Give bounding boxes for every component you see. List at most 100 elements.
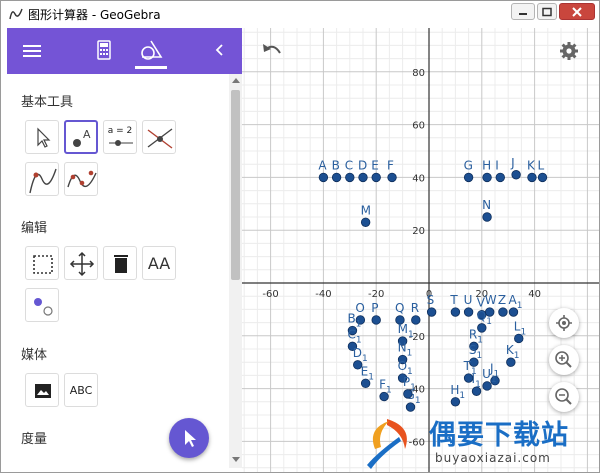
point-marker[interactable] <box>371 172 381 183</box>
point-marker[interactable] <box>360 217 371 227</box>
function-icon <box>29 168 57 194</box>
point-marker[interactable] <box>482 172 492 183</box>
point-marker[interactable] <box>450 307 461 317</box>
point-label-subscript: 1 <box>410 383 416 393</box>
calculator-icon[interactable] <box>97 40 111 60</box>
text-tool-button[interactable]: ABC <box>64 373 98 407</box>
point-E[interactable]: E <box>371 158 381 183</box>
point-R[interactable]: R <box>411 301 421 325</box>
tools-scrollbar[interactable] <box>229 74 242 468</box>
active-tab-indicator <box>135 66 167 69</box>
slider-tool-button[interactable]: a = 2 <box>103 120 137 154</box>
section-title-measure: 度量 <box>21 432 48 447</box>
point-label-subscript: 1 <box>471 367 477 377</box>
point-marker[interactable] <box>511 170 521 180</box>
point-marker[interactable] <box>495 172 505 183</box>
settings-gear-icon[interactable] <box>559 41 579 61</box>
minimize-button[interactable] <box>511 3 535 20</box>
point-P[interactable]: P <box>371 301 381 325</box>
point-B[interactable]: B <box>331 158 342 183</box>
point-marker[interactable] <box>345 172 355 183</box>
collapse-panel-icon[interactable] <box>215 44 223 56</box>
point-label: Z <box>498 293 506 307</box>
coordinate-plane[interactable]: -60 -40 -20 0 20 40 80604020-20-40-60 A B C D E FM… <box>242 28 599 472</box>
point-label: U <box>464 293 473 307</box>
point-A[interactable]: A <box>318 158 329 183</box>
menu-icon[interactable] <box>23 44 41 58</box>
point-label-subscript: 1 <box>517 301 523 311</box>
point-marker[interactable] <box>387 172 397 183</box>
style-tool-button[interactable]: AA <box>142 246 176 280</box>
point-marker[interactable] <box>405 402 416 412</box>
close-button[interactable] <box>559 3 595 20</box>
point-label: E <box>371 158 379 172</box>
point-label: L <box>538 158 545 172</box>
graphics-view[interactable]: -60 -40 -20 0 20 40 80 60 40 20 -20 -40 -60 ABCDEFM… <box>242 28 599 472</box>
undo-icon[interactable] <box>260 41 282 59</box>
point-marker[interactable] <box>463 172 474 183</box>
point-E1[interactable]: E1 <box>361 364 374 389</box>
maximize-button[interactable] <box>537 3 557 20</box>
title-bar: 图形计算器 - GeoGebra <box>1 1 599 27</box>
point-marker[interactable] <box>485 307 495 317</box>
point-marker[interactable] <box>318 172 329 183</box>
point-marker[interactable] <box>358 172 368 183</box>
point-tool-button[interactable]: A <box>64 120 98 154</box>
point-marker[interactable] <box>537 172 548 183</box>
point-U[interactable]: U <box>463 293 474 317</box>
scroll-thumb[interactable] <box>231 90 240 280</box>
point-label: K <box>527 158 536 172</box>
point-marker[interactable] <box>331 172 342 183</box>
point-marker[interactable] <box>411 315 421 325</box>
point-G[interactable]: G <box>463 158 474 183</box>
point-marker[interactable] <box>371 315 381 325</box>
point-marker[interactable] <box>426 307 437 317</box>
move-graphics-tool-button[interactable] <box>64 246 98 280</box>
point-H1[interactable]: H1 <box>450 383 465 407</box>
point-marker[interactable] <box>498 307 508 317</box>
point-label-subscript: 1 <box>477 351 483 361</box>
point-marker[interactable] <box>477 323 487 333</box>
close-icon <box>572 6 582 17</box>
point-I[interactable]: I <box>495 158 505 183</box>
text-tool-label: ABC <box>69 383 93 397</box>
point-M[interactable]: M <box>360 203 371 227</box>
scroll-up-icon[interactable] <box>232 78 240 83</box>
point-J[interactable]: J <box>510 156 521 180</box>
point-L[interactable]: L <box>537 158 548 183</box>
point-D[interactable]: D <box>358 158 368 183</box>
point-H[interactable]: H <box>482 158 492 183</box>
point-F[interactable]: F <box>387 158 397 183</box>
trash-icon <box>114 255 128 273</box>
y-tick-label: 40 <box>412 173 425 184</box>
function-tool-button[interactable] <box>25 162 59 196</box>
point-marker[interactable] <box>450 397 461 407</box>
move-tool-fab[interactable] <box>169 418 209 458</box>
point-K1[interactable]: K1 <box>506 343 520 367</box>
spline-tool-button[interactable] <box>64 162 98 196</box>
image-tool-button[interactable] <box>25 373 59 407</box>
point-label: P <box>371 301 378 315</box>
scroll-down-icon[interactable] <box>232 457 240 462</box>
section-title-basic-tools: 基本工具 <box>21 95 74 110</box>
point-marker[interactable] <box>463 307 474 317</box>
delete-tool-button[interactable] <box>103 246 137 280</box>
zoom-in-button[interactable] <box>549 345 579 375</box>
tools-icon[interactable] <box>139 38 163 62</box>
zoom-out-button[interactable] <box>549 382 579 412</box>
select-rectangle-icon <box>33 255 53 274</box>
point-marker[interactable] <box>527 172 537 183</box>
standard-view-button[interactable] <box>549 308 579 338</box>
move-tool-button[interactable] <box>25 120 59 154</box>
select-tool-button[interactable] <box>25 246 59 280</box>
point-marker[interactable] <box>482 212 492 222</box>
point-Q[interactable]: Q <box>395 301 405 325</box>
point-label-subscript: 1 <box>475 380 481 390</box>
home-view-icon <box>556 315 572 331</box>
show-hide-tool-button[interactable] <box>25 288 59 322</box>
point-label: M <box>361 203 371 217</box>
point-Z[interactable]: Z <box>498 293 508 317</box>
point-N[interactable]: N <box>482 198 492 222</box>
intersect-tool-button[interactable] <box>142 120 176 154</box>
point-C[interactable]: C <box>345 158 355 183</box>
